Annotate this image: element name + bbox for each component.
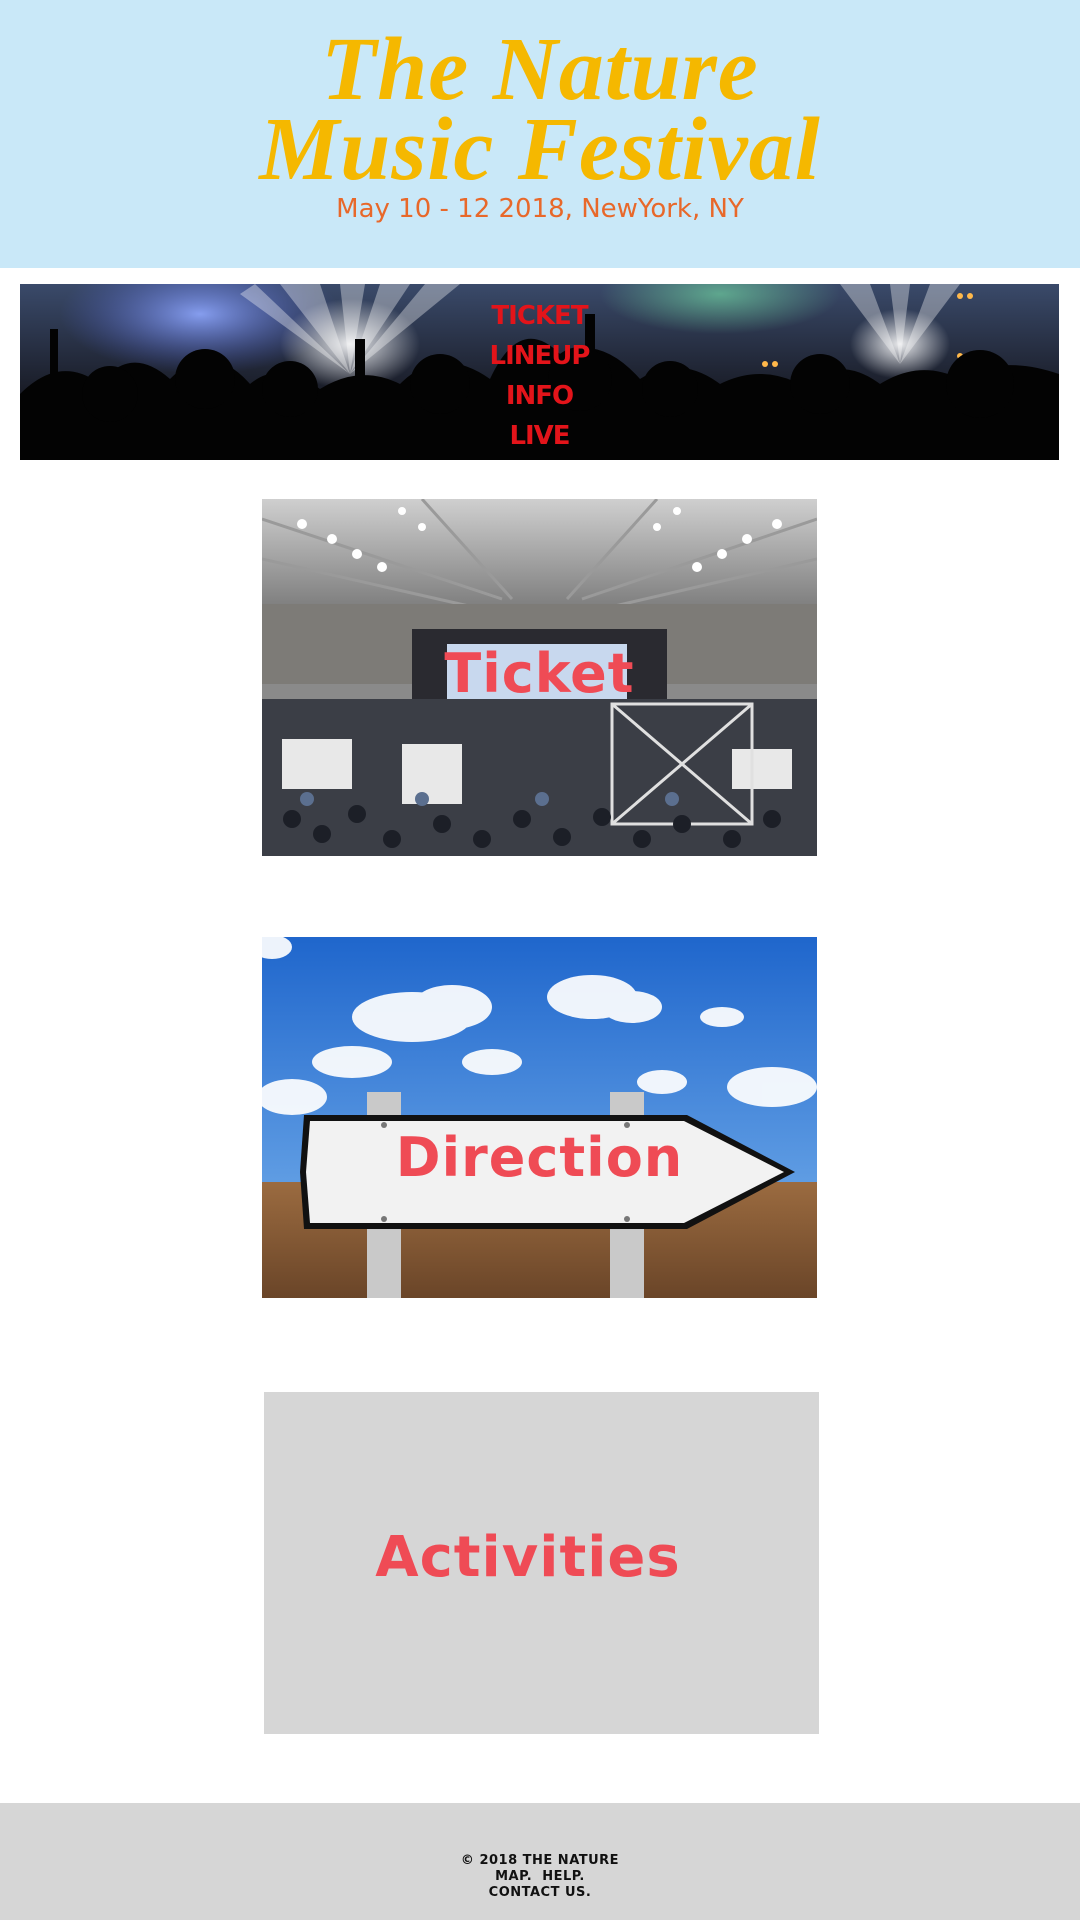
main-nav: TICKET LINEUP INFO LIVE (20, 296, 1059, 456)
title-line-2: Music Festival (259, 100, 821, 199)
nav-link-ticket[interactable]: TICKET (20, 296, 1059, 336)
nav-link-lineup[interactable]: LINEUP (20, 336, 1059, 376)
ticket-card[interactable]: Ticket (262, 499, 817, 856)
nav-banner: TICKET LINEUP INFO LIVE (20, 284, 1059, 460)
footer-text-block: © 2018 THE NATURE MAP. HELP. CONTACT US. (0, 1853, 1080, 1901)
activities-card-label: Activities (375, 1525, 681, 1590)
direction-card[interactable]: Direction (262, 937, 817, 1298)
footer-map-help-links[interactable]: MAP. HELP. (0, 1869, 1080, 1885)
footer-copyright: © 2018 THE NATURE (460, 1853, 620, 1868)
festival-title: The Nature Music Festival (0, 20, 1080, 199)
nav-link-live[interactable]: LIVE (20, 416, 1059, 456)
direction-card-label: Direction (395, 1126, 684, 1189)
festival-dates: May 10 - 12 2018, NewYork, NY (336, 194, 744, 224)
nav-link-info[interactable]: INFO (20, 376, 1059, 416)
footer-contact-link[interactable]: CONTACT US. (0, 1885, 1080, 1901)
title-line-1: The Nature (321, 20, 759, 119)
direction-sign-image (262, 937, 817, 1298)
site-header: The Nature Music Festival May 10 - 12 20… (0, 0, 1080, 268)
activities-card[interactable]: Activities (264, 1392, 819, 1734)
site-footer: © 2018 THE NATURE MAP. HELP. CONTACT US. (0, 1803, 1080, 1920)
ticket-card-label: Ticket (444, 642, 635, 705)
